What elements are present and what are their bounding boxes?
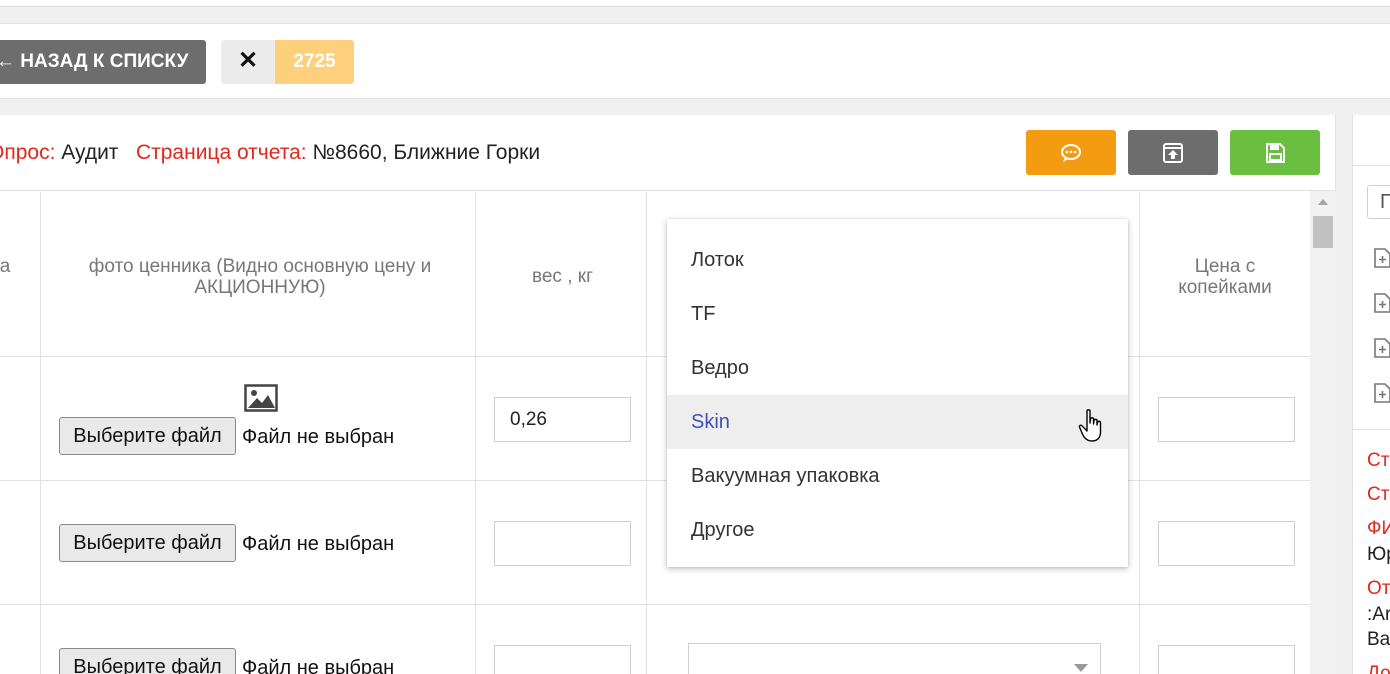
image-icon xyxy=(244,384,278,412)
page-value: №8660, Ближние Горки xyxy=(312,141,541,164)
dropdown-option[interactable]: TF xyxy=(667,287,1128,341)
price-input[interactable] xyxy=(1158,645,1295,674)
upload-icon xyxy=(1163,142,1183,163)
sidebar-text: До xyxy=(1367,663,1390,674)
sidebar-text: Ва xyxy=(1367,629,1390,650)
upload-button[interactable] xyxy=(1128,130,1218,175)
id-badge: 2725 xyxy=(275,40,354,84)
sidebar-text: Ст xyxy=(1367,484,1390,505)
dropdown-option[interactable]: Ведро xyxy=(667,341,1128,395)
toolbar: ← НАЗАД К СПИСКУ ✕ 2725 xyxy=(0,23,1390,99)
add-file-icon[interactable] xyxy=(1373,338,1390,358)
column-header: а xyxy=(0,256,11,277)
survey-label: Опрос: xyxy=(0,141,56,164)
back-to-list-button[interactable]: ← НАЗАД К СПИСКУ xyxy=(0,40,206,84)
price-input[interactable] xyxy=(1158,521,1295,566)
top-bar xyxy=(0,0,1390,7)
file-status: Файл не выбран xyxy=(242,426,395,448)
add-file-icon[interactable] xyxy=(1373,383,1390,403)
add-file-icon[interactable] xyxy=(1373,248,1390,268)
dropdown-option[interactable]: Другое xyxy=(667,503,1128,557)
choose-file-button[interactable]: Выберите файл xyxy=(59,648,236,674)
panel-header: Опрос: Аудит Страница отчета: №8660, Бли… xyxy=(0,115,1336,191)
column-header-price: Цена с копейками xyxy=(1178,256,1272,298)
top-strip xyxy=(0,0,1390,23)
scroll-thumb[interactable] xyxy=(1313,216,1333,248)
survey-value: Аудит xyxy=(61,141,119,164)
dropdown-option[interactable]: Вакуумная упаковка xyxy=(667,449,1128,503)
sidebar-input[interactable]: П xyxy=(1367,185,1390,219)
column-header-price-photo: фото ценника (Видно основную цену и АКЦИ… xyxy=(88,256,432,298)
sidebar-text: Юр xyxy=(1367,544,1390,565)
chevron-down-icon xyxy=(1074,664,1088,672)
sidebar-text: ФИ xyxy=(1367,518,1390,539)
vertical-scrollbar[interactable] xyxy=(1310,191,1336,674)
comment-button[interactable] xyxy=(1026,130,1116,175)
sidebar-text: :Ar xyxy=(1367,604,1390,625)
save-button[interactable] xyxy=(1230,130,1320,175)
package-type-select[interactable] xyxy=(688,643,1101,674)
price-input[interactable] xyxy=(1158,397,1295,442)
dropdown-option[interactable]: Лоток xyxy=(667,233,1128,287)
page-title: Опрос: Аудит Страница отчета: №8660, Бли… xyxy=(0,141,540,165)
close-icon[interactable]: ✕ xyxy=(221,40,275,84)
file-status: Файл не выбран xyxy=(242,657,395,674)
weight-input[interactable]: 0,26 xyxy=(494,397,631,442)
comment-icon xyxy=(1061,143,1081,162)
choose-file-button[interactable]: Выберите файл xyxy=(59,417,236,455)
right-sidebar: П Ст Ст ФИ Юр От :Ar Ва До xyxy=(1352,115,1390,674)
sidebar-text: От xyxy=(1367,578,1390,599)
sidebar-text: Ст xyxy=(1367,450,1390,471)
column-header-weight: вес , кг xyxy=(531,266,594,287)
save-icon xyxy=(1266,142,1285,163)
scroll-up-icon[interactable] xyxy=(1318,199,1328,205)
weight-input[interactable] xyxy=(494,645,631,674)
dropdown-option-highlighted[interactable]: Skin xyxy=(667,395,1128,449)
weight-input[interactable] xyxy=(494,521,631,566)
add-file-icon[interactable] xyxy=(1373,293,1390,313)
choose-file-button[interactable]: Выберите файл xyxy=(59,524,236,562)
file-status: Файл не выбран xyxy=(242,533,395,555)
page-label: Страница отчета: xyxy=(135,141,307,164)
hand-cursor-icon xyxy=(1078,409,1102,442)
package-type-dropdown: Лоток TF Ведро Skin Вакуумная упаковка Д… xyxy=(667,219,1128,567)
